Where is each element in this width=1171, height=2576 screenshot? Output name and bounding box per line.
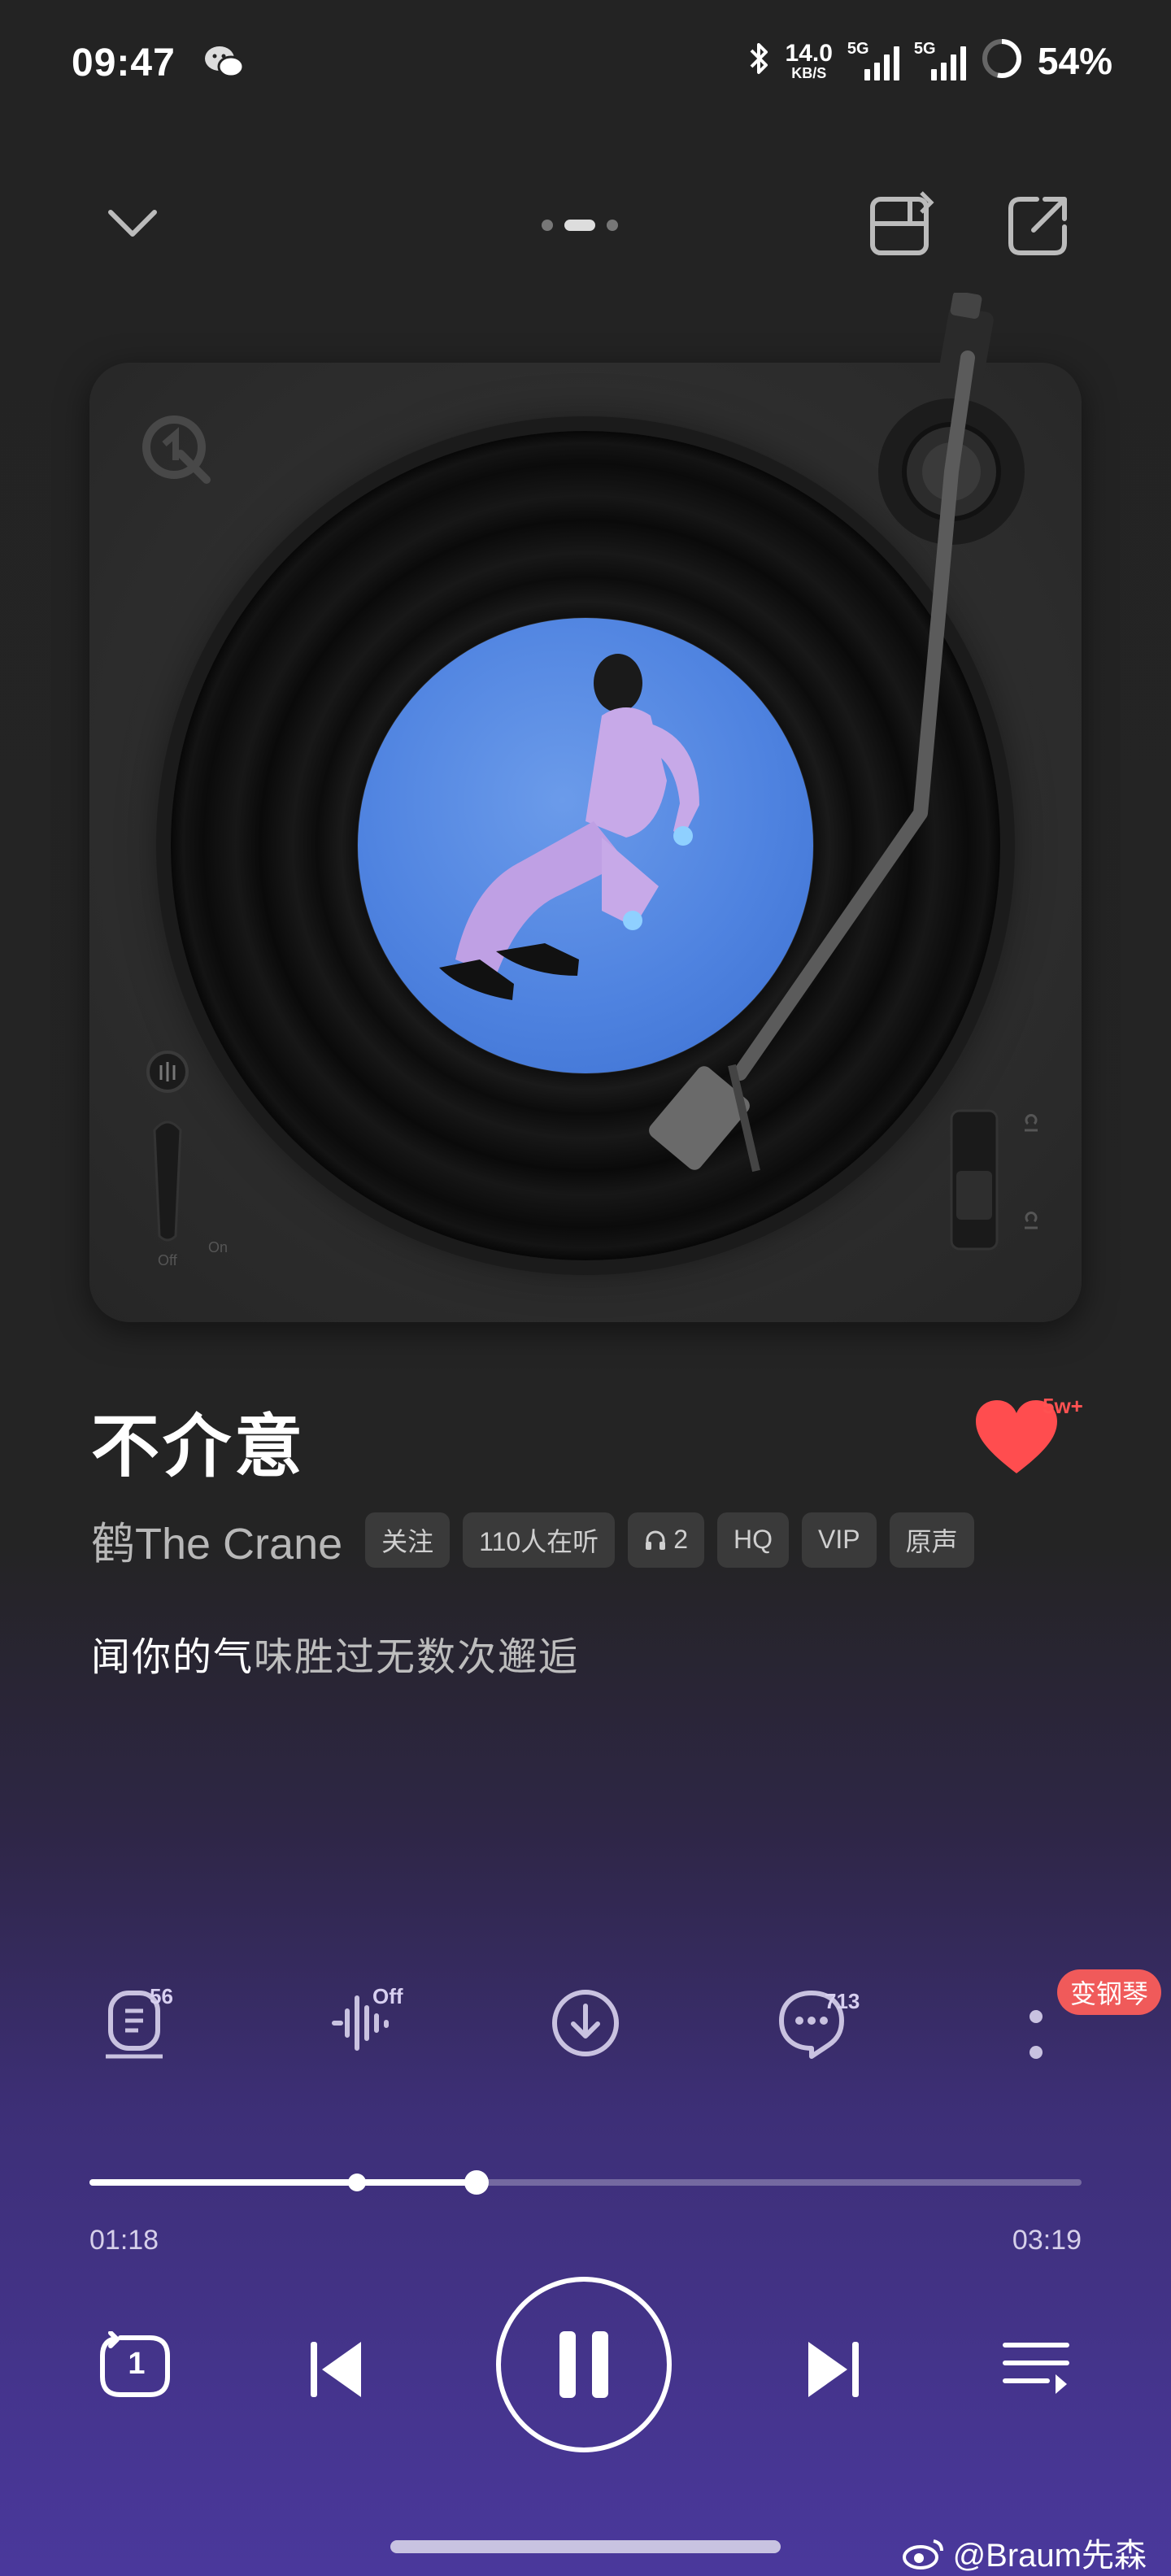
share-button[interactable] xyxy=(1002,189,1075,262)
headphones-icon xyxy=(646,1530,666,1550)
speed-switch[interactable] xyxy=(943,1106,1057,1256)
home-indicator[interactable] xyxy=(390,2540,781,2553)
quality-chip[interactable]: HQ xyxy=(716,1512,789,1568)
skin-switch-button[interactable] xyxy=(865,189,938,262)
signal-sim2-icon: 5G xyxy=(914,40,966,82)
progress-fill xyxy=(89,2179,477,2186)
layout-switch-icon xyxy=(870,191,934,255)
like-count: 5w+ xyxy=(1043,1394,1083,1418)
effect-badge: Off xyxy=(372,1984,403,2008)
current-lyric[interactable]: 闻你的气味胜过无数次邂逅 xyxy=(91,1625,579,1682)
next-button[interactable] xyxy=(795,2330,873,2408)
vip-chip[interactable]: VIP xyxy=(801,1512,877,1568)
status-icons: 14.0 KB/S 5G 5G 54% xyxy=(747,37,1112,84)
original-chip[interactable]: 原声 xyxy=(889,1512,974,1568)
elapsed-time: 01:18 xyxy=(89,2225,159,2256)
lyric-rest: 味胜过无数次邂逅 xyxy=(254,1636,580,1679)
playlist-button[interactable] xyxy=(997,2330,1075,2408)
power-switch[interactable]: Off On xyxy=(143,1049,249,1281)
listeners-chip[interactable]: 110人在听 xyxy=(463,1512,616,1568)
battery-level: 54% xyxy=(1037,39,1112,82)
network-speed: 14.0 KB/S xyxy=(785,39,833,81)
skip-next-icon xyxy=(808,2342,859,2397)
lyric-sung: 闻你的气 xyxy=(91,1636,255,1679)
progress-thumb[interactable] xyxy=(464,2170,489,2195)
previous-button[interactable] xyxy=(296,2330,374,2408)
download-icon xyxy=(552,1990,619,2056)
weibo-icon xyxy=(902,2539,943,2569)
piano-mode-pill[interactable]: 变钢琴 xyxy=(1057,1969,1162,2015)
signal-sim1-icon: 5G xyxy=(847,40,899,82)
lyrics-badge: 56 xyxy=(150,1984,173,2008)
buffer-marker xyxy=(348,2174,367,2191)
repeat-count: 1 xyxy=(128,2347,146,2381)
skip-previous-icon xyxy=(311,2342,361,2397)
collapse-button[interactable] xyxy=(96,187,169,260)
artist-name[interactable]: 鹤The Crane xyxy=(91,1508,342,1572)
pause-icon xyxy=(559,2331,608,2398)
watermark: @Braum先森 xyxy=(901,2529,1147,2576)
download-button[interactable] xyxy=(537,1974,634,2072)
page-indicator[interactable] xyxy=(542,220,618,231)
pause-button[interactable] xyxy=(496,2277,672,2452)
app-logo-icon xyxy=(138,411,213,490)
svg-text:On: On xyxy=(208,1239,228,1255)
total-time: 03:19 xyxy=(1012,2225,1082,2256)
battery-ring-icon xyxy=(981,37,1023,84)
more-vertical-icon xyxy=(1030,2010,1043,2059)
bluetooth-icon xyxy=(747,39,771,82)
wechat-icon xyxy=(203,44,246,84)
headphones-chip[interactable]: 2 xyxy=(628,1512,704,1568)
svg-text:Off: Off xyxy=(158,1252,178,1268)
song-title: 不介意 xyxy=(91,1408,307,1485)
playlist-icon xyxy=(1003,2343,1069,2394)
share-icon xyxy=(1008,197,1067,255)
tonearm[interactable] xyxy=(618,291,1073,1191)
comments-badge: 713 xyxy=(825,1989,860,2013)
status-time: 09:47 xyxy=(72,41,176,85)
chevron-down-icon xyxy=(108,210,157,237)
follow-button[interactable]: 关注 xyxy=(365,1512,451,1568)
more-button[interactable] xyxy=(1026,2007,1046,2068)
artist-row: 鹤The Crane 关注 110人在听 2 HQ VIP 原声 xyxy=(91,1508,974,1572)
